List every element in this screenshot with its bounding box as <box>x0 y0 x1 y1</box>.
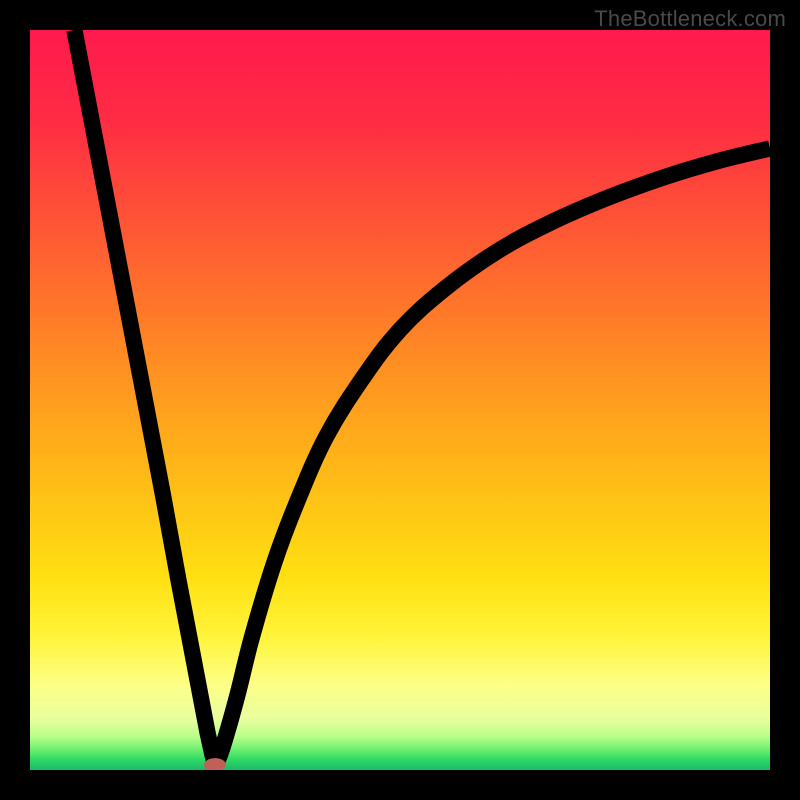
plot-area <box>30 30 770 770</box>
chart-svg <box>30 30 770 770</box>
chart-frame: TheBottleneck.com <box>0 0 800 800</box>
watermark-text: TheBottleneck.com <box>594 6 786 32</box>
